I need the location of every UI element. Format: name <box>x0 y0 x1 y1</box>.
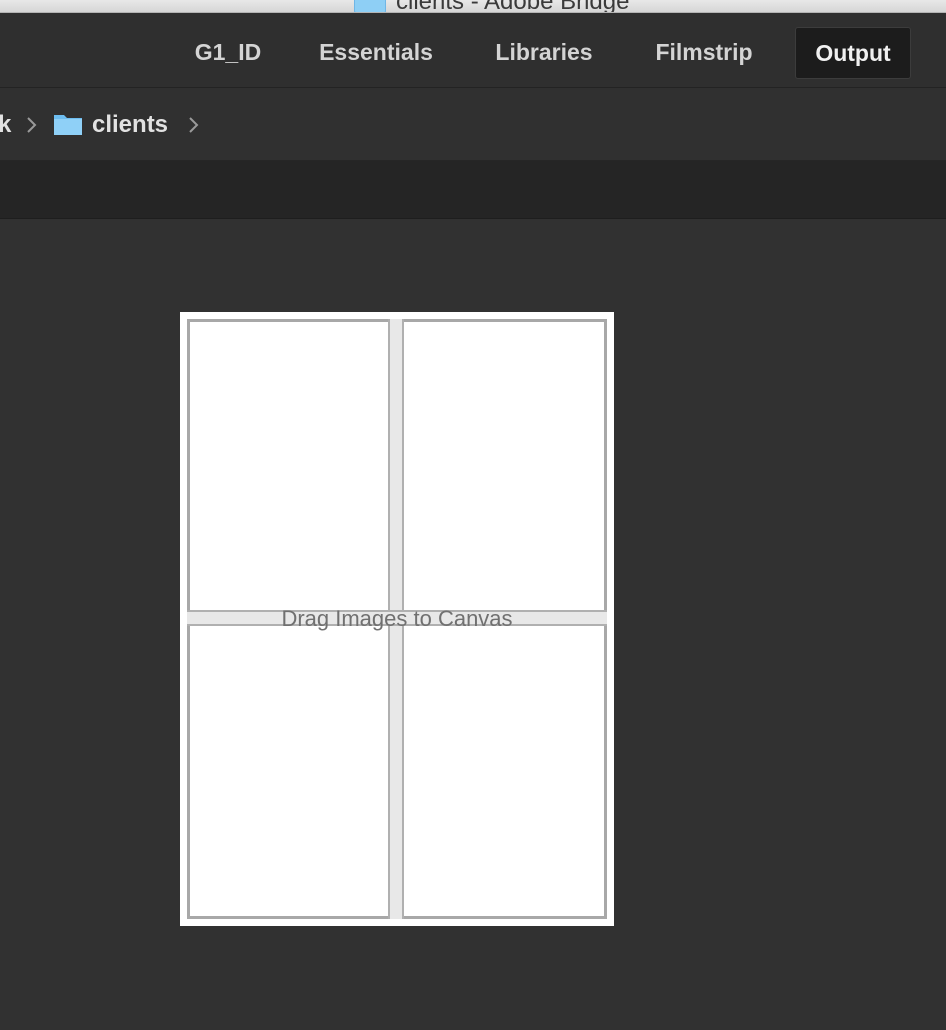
drag-images-hint: Drag Images to Canvas <box>281 606 513 631</box>
workspace-tab-filmstrip[interactable]: Filmstrip <box>636 27 772 77</box>
breadcrumb-previous-segment[interactable]: k <box>0 108 11 142</box>
chevron-right-icon[interactable] <box>24 116 40 134</box>
output-canvas-area: Drag Images to Canvas <box>0 219 946 1030</box>
workspace-tab-output[interactable]: Output <box>795 27 911 79</box>
filter-bar <box>0 161 946 219</box>
workspace-tab-libraries[interactable]: Libraries <box>478 27 610 77</box>
title-folder-icon <box>354 0 386 12</box>
workspace-tab-essentials[interactable]: Essentials <box>302 27 450 77</box>
breadcrumb-current-folder[interactable]: clients <box>92 108 168 142</box>
folder-icon <box>54 115 82 135</box>
breadcrumb: k clients <box>0 88 946 161</box>
window-title-bar: clients - Adobe Bridge <box>0 0 946 13</box>
workspace-bar: G1_ID Essentials Libraries Filmstrip Out… <box>0 13 946 88</box>
workspace-tab-g1-id[interactable]: G1_ID <box>180 27 276 77</box>
chevron-right-icon[interactable] <box>186 116 202 134</box>
output-page-canvas[interactable]: Drag Images to Canvas <box>180 312 614 926</box>
window-title: clients - Adobe Bridge <box>354 0 629 12</box>
window-title-text: clients - Adobe Bridge <box>396 0 629 12</box>
